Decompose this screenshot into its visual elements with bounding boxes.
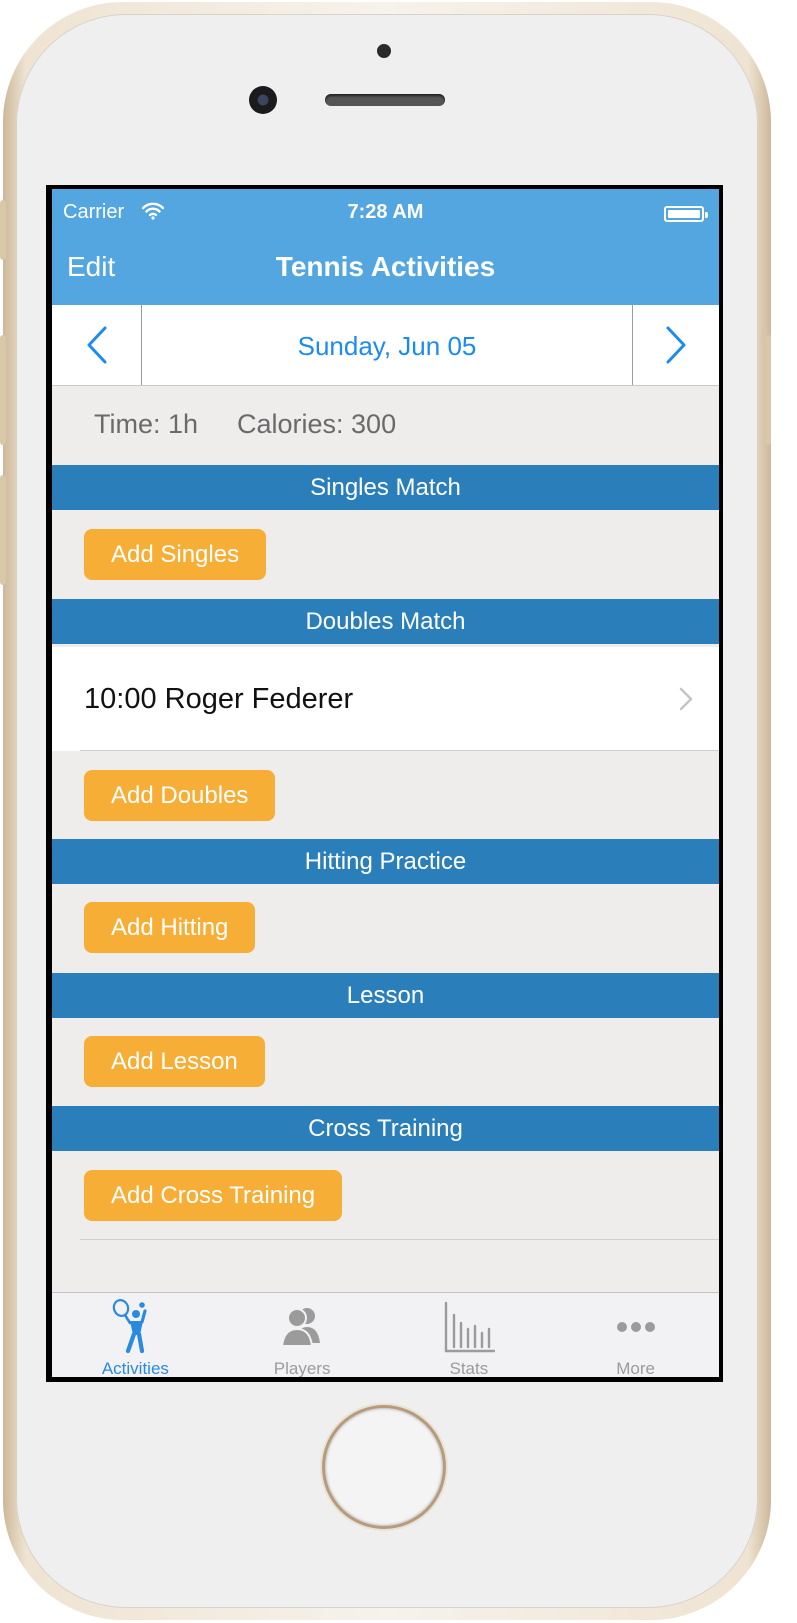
section-body-lesson: Add Lesson (52, 1018, 719, 1106)
stats-icon (444, 1301, 495, 1353)
current-date-label[interactable]: Sunday, Jun 05 (142, 331, 632, 362)
activity-row-label: 10:00 Roger Federer (84, 683, 354, 715)
tab-bar: Activities Players Stats More (52, 1292, 719, 1377)
add-cross-training-button[interactable]: Add Cross Training (84, 1170, 343, 1221)
tab-label-players: Players (273, 1359, 331, 1377)
tab-more[interactable]: More (552, 1293, 719, 1377)
section-header-cross-training: Cross Training (52, 1106, 719, 1151)
section-header-doubles: Doubles Match (52, 599, 719, 644)
mute-switch (0, 200, 6, 260)
section-body-singles: Add Singles (52, 510, 719, 599)
app-screen: Carrier 7:28 AM Edit Tennis Activities S… (52, 189, 719, 1377)
section-body-hitting: Add Hitting (52, 884, 719, 973)
page-title: Tennis Activities (275, 251, 496, 282)
tab-label-activities: Activities (101, 1359, 169, 1377)
section-header-singles: Singles Match (52, 465, 719, 510)
section-header-hitting: Hitting Practice (52, 839, 719, 884)
volume-up-button (0, 335, 6, 445)
front-camera-icon (249, 86, 277, 114)
calories-summary: Calories: 300 (237, 409, 397, 439)
status-bar: Carrier 7:28 AM (52, 189, 719, 233)
list-end-divider (80, 1239, 719, 1240)
players-icon (281, 1308, 321, 1347)
battery-icon (664, 206, 708, 222)
previous-day-button[interactable] (52, 305, 142, 385)
date-navigator: Sunday, Jun 05 (52, 305, 719, 386)
add-singles-button[interactable]: Add Singles (84, 529, 267, 580)
tab-activities[interactable]: Activities (52, 1293, 219, 1377)
tab-label-stats: Stats (449, 1359, 489, 1377)
add-hitting-button[interactable]: Add Hitting (84, 902, 256, 953)
disclosure-chevron-icon (679, 687, 693, 711)
next-day-button[interactable] (632, 305, 719, 385)
home-button[interactable] (325, 1408, 443, 1526)
status-time: 7:28 AM (347, 201, 424, 223)
screen-bezel: Carrier 7:28 AM Edit Tennis Activities S… (46, 185, 723, 1382)
tab-label-more: More (616, 1359, 655, 1377)
chevron-right-icon (666, 326, 686, 364)
section-body-doubles: Add Doubles (52, 751, 719, 839)
activity-row[interactable]: 10:00 Roger Federer (52, 647, 719, 751)
earpiece-speaker (325, 94, 445, 106)
add-doubles-button[interactable]: Add Doubles (84, 770, 276, 821)
proximity-sensor (377, 44, 391, 58)
section-body-cross-training: Add Cross Training (52, 1151, 719, 1292)
tab-players[interactable]: Players (219, 1293, 386, 1377)
day-summary: Time: 1h Calories: 300 (52, 387, 719, 465)
tennis-player-icon (113, 1299, 147, 1354)
nav-bar: Carrier 7:28 AM Edit Tennis Activities (52, 189, 719, 305)
section-header-lesson: Lesson (52, 973, 719, 1018)
power-button (765, 335, 771, 445)
add-lesson-button[interactable]: Add Lesson (84, 1036, 265, 1087)
chevron-left-icon (87, 326, 106, 364)
tab-stats[interactable]: Stats (386, 1293, 553, 1377)
volume-down-button (0, 475, 6, 585)
time-summary: Time: 1h (94, 409, 199, 439)
more-icon (616, 1322, 655, 1332)
